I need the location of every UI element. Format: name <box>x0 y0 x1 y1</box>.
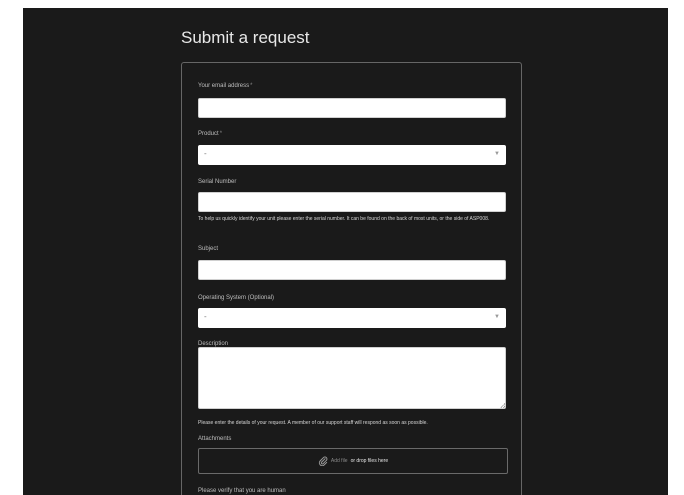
request-page: Submit a request Your email address* Pro… <box>23 8 668 495</box>
email-label-text: Your email address <box>198 83 250 89</box>
serial-label: Serial Number <box>198 179 237 185</box>
page-title: Submit a request <box>181 28 310 47</box>
drop-files-text: or drop files here <box>350 458 389 464</box>
product-selected-value: - <box>204 149 207 158</box>
required-mark: * <box>219 131 223 137</box>
chevron-down-icon: ▼ <box>494 314 500 320</box>
request-form: Your email address* Product* - ▼ Serial … <box>181 62 522 495</box>
os-label: Operating System (Optional) <box>198 295 275 301</box>
serial-hint: To help us quickly identify your unit pl… <box>198 216 490 222</box>
paperclip-icon <box>318 456 328 466</box>
product-select[interactable]: - ▼ <box>198 145 506 165</box>
serial-number-field[interactable] <box>198 192 506 212</box>
required-mark: * <box>250 83 253 89</box>
resize-grip-icon[interactable] <box>500 403 505 408</box>
email-label: Your email address* <box>198 83 252 89</box>
product-label: Product* <box>198 131 222 137</box>
captcha-label: Please verify that you are human <box>198 488 286 494</box>
product-label-text: Product <box>198 131 219 137</box>
subject-field[interactable] <box>198 260 506 280</box>
add-file-link[interactable]: Add file <box>331 458 348 464</box>
os-selected-value: - <box>204 312 207 321</box>
subject-label: Subject <box>198 246 219 252</box>
description-field[interactable] <box>198 347 506 409</box>
description-hint: Please enter the details of your request… <box>198 420 428 426</box>
email-field[interactable] <box>198 98 506 118</box>
chevron-down-icon: ▼ <box>494 151 500 157</box>
os-select[interactable]: - ▼ <box>198 308 506 328</box>
attachments-label: Attachments <box>198 436 232 442</box>
attachments-dropzone[interactable]: Add file or drop files here <box>198 448 508 474</box>
